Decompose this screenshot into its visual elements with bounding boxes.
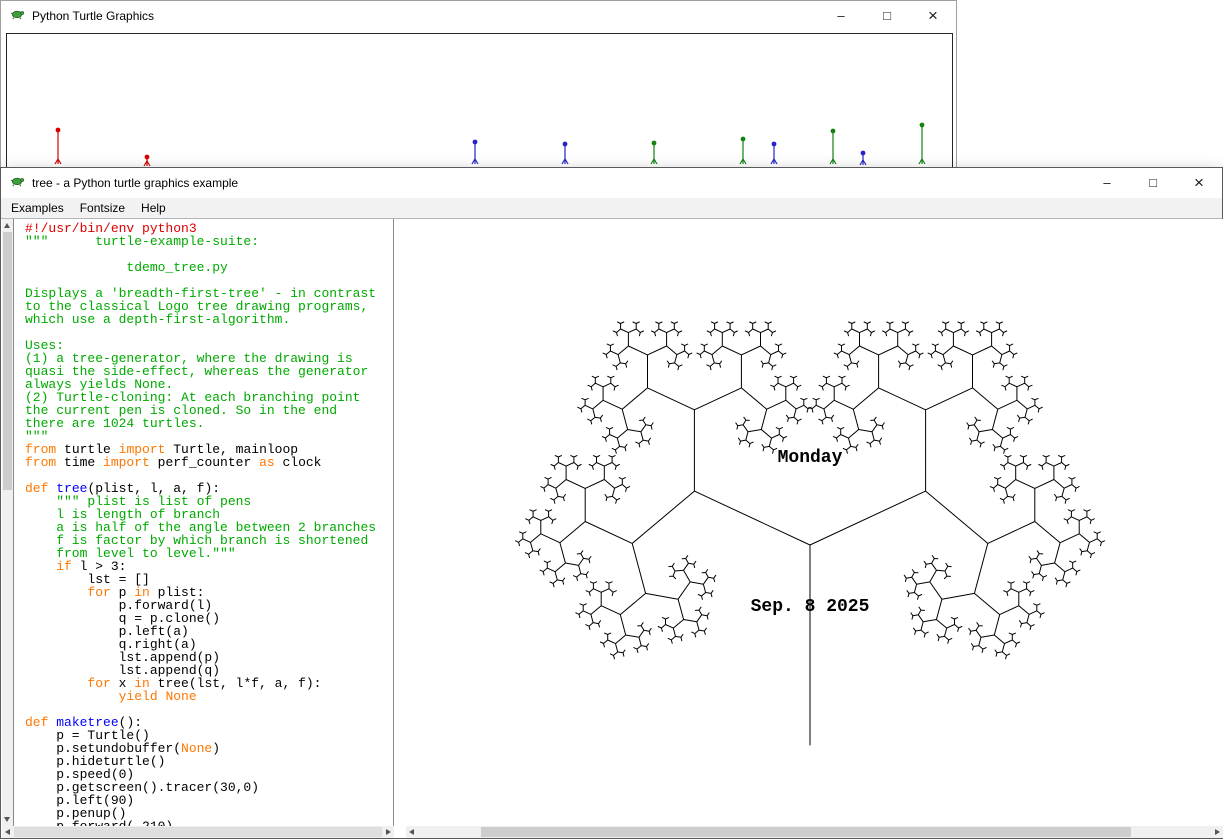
code-line: [25, 326, 393, 339]
close-icon[interactable]: ×: [910, 1, 956, 30]
minimize-icon[interactable]: –: [1084, 168, 1130, 197]
code-vscroll-thumb[interactable]: [3, 232, 12, 490]
canvas-hscroll-thumb[interactable]: [481, 827, 1131, 837]
maximize-icon[interactable]: □: [864, 1, 910, 30]
demo-window-titlebar[interactable]: tree - a Python turtle graphics example …: [1, 168, 1222, 198]
canvas-horizontal-scrollbar[interactable]: [406, 826, 1223, 838]
bg-window-title: Python Turtle Graphics: [32, 9, 154, 23]
scroll-up-icon[interactable]: [4, 223, 10, 228]
code-line: tdemo_tree.py: [25, 261, 393, 274]
canvas-text: Sep. 8 2025: [751, 597, 870, 617]
mini-tree-figure: [562, 142, 568, 164]
scroll-right-icon[interactable]: [1215, 829, 1220, 835]
code-horizontal-scrollbar[interactable]: [2, 826, 394, 838]
mini-tree-figure: [651, 141, 657, 164]
menubar: Examples Fontsize Help: [1, 198, 1222, 219]
code-line: """ turtle-example-suite:: [25, 235, 393, 248]
turtle-canvas: Monday Sep. 8 2025: [406, 219, 1223, 826]
mini-tree-figure: [472, 140, 478, 164]
scroll-right-icon[interactable]: [386, 829, 391, 835]
menu-help[interactable]: Help: [133, 198, 174, 218]
mini-tree-figure: [830, 129, 836, 164]
demo-window-title: tree - a Python turtle graphics example: [32, 176, 238, 190]
tree-demo-window: tree - a Python turtle graphics example …: [0, 167, 1223, 839]
mini-tree-figure: [144, 155, 150, 166]
mini-tree-figure: [919, 123, 925, 164]
bg-window-titlebar[interactable]: Python Turtle Graphics – □ ×: [1, 1, 956, 31]
mini-tree-figure: [740, 137, 746, 164]
turtle-icon: [10, 173, 25, 193]
mini-tree-figure: [771, 142, 777, 164]
tree-path: [516, 322, 1105, 745]
scroll-left-icon[interactable]: [5, 829, 10, 835]
close-icon[interactable]: ×: [1176, 168, 1222, 197]
menu-fontsize[interactable]: Fontsize: [72, 198, 133, 218]
code-line: which use a depth-first-algorithm.: [25, 313, 393, 326]
code-line: there are 1024 turtles.: [25, 417, 393, 430]
mini-tree-figure: [860, 151, 866, 165]
code-vertical-scrollbar[interactable]: [2, 219, 13, 826]
mini-tree-figure: [55, 128, 61, 164]
canvas-text: Monday: [778, 448, 843, 468]
minimize-icon[interactable]: –: [818, 1, 864, 30]
code-editor[interactable]: #!/usr/bin/env python3""" turtle-example…: [13, 219, 394, 826]
code-line: yield None: [25, 690, 393, 703]
scroll-left-icon[interactable]: [409, 829, 414, 835]
code-line: from time import perf_counter as clock: [25, 456, 393, 469]
code-hscroll-thumb[interactable]: [14, 827, 382, 837]
turtle-icon: [10, 6, 25, 26]
menu-examples[interactable]: Examples: [3, 198, 72, 218]
scroll-down-icon[interactable]: [4, 817, 10, 822]
code-lines: #!/usr/bin/env python3""" turtle-example…: [25, 222, 393, 826]
maximize-icon[interactable]: □: [1130, 168, 1176, 197]
